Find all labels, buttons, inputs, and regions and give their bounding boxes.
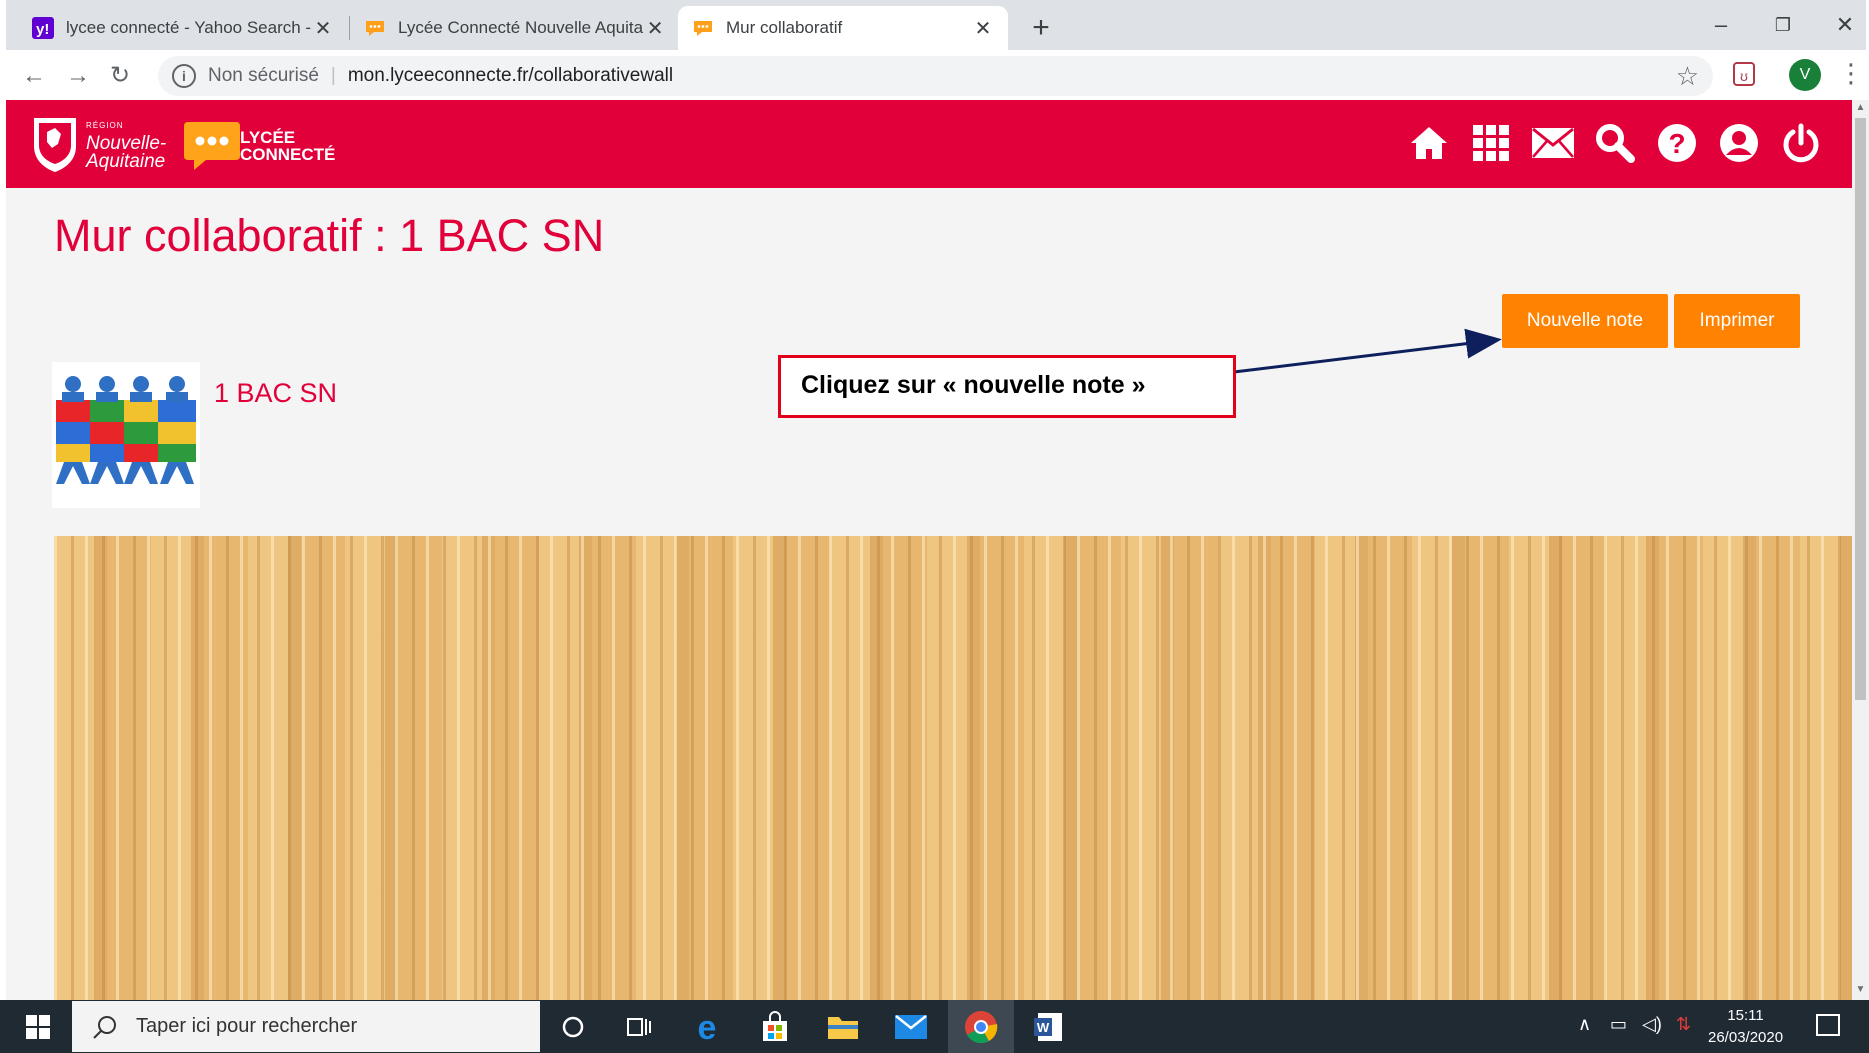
windows-taskbar: Taper ici pour rechercher e W ∧ ▭ ◁) ⇅ 1…	[0, 1000, 1869, 1053]
new-note-button[interactable]: Nouvelle note	[1502, 294, 1668, 348]
clock-time: 15:11	[1727, 1007, 1764, 1024]
volume-icon[interactable]: ◁)	[1642, 1014, 1662, 1035]
restore-icon[interactable]: ❐	[1758, 6, 1808, 44]
browser-tab-strip: y! lycee connecté - Yahoo Search - ✕ Lyc…	[6, 0, 1866, 50]
info-icon[interactable]: i	[172, 64, 196, 88]
taskbar-search-placeholder: Taper ici pour rechercher	[136, 1015, 358, 1037]
browser-toolbar: ← → ↻ i Non sécurisé | mon.lyceeconnecte…	[6, 50, 1866, 100]
address-bar[interactable]: i Non sécurisé | mon.lyceeconnecte.fr/co…	[158, 56, 1713, 96]
profile-avatar[interactable]: V	[1789, 59, 1821, 91]
page-content: RÉGION Nouvelle- Aquitaine LYCÉE CONNECT…	[6, 100, 1852, 1000]
task-view-icon[interactable]	[612, 1006, 666, 1048]
taskbar-clock[interactable]: 15:11 26/03/2020	[1708, 1005, 1783, 1049]
tab-mur-collaboratif[interactable]: Mur collaboratif ✕	[678, 6, 1008, 50]
svg-text:y!: y!	[36, 21, 49, 38]
close-tab-icon[interactable]: ✕	[644, 16, 666, 41]
tab-lycee-connecte[interactable]: Lycée Connecté Nouvelle Aquitai ✕	[350, 6, 680, 50]
taskbar-search-box[interactable]: Taper ici pour rechercher	[72, 1001, 540, 1052]
svg-text:W: W	[1037, 1020, 1050, 1035]
security-label: Non sécurisé	[208, 65, 319, 86]
close-window-icon[interactable]: ✕	[1820, 6, 1869, 44]
back-icon[interactable]: ←	[16, 58, 52, 94]
store-icon[interactable]	[748, 1006, 802, 1048]
clock-date: 26/03/2020	[1708, 1029, 1784, 1046]
cortana-icon[interactable]	[546, 1006, 600, 1048]
instruction-callout: Cliquez sur « nouvelle note »	[778, 355, 1236, 418]
apps-grid-icon[interactable]	[1468, 120, 1514, 166]
minimize-icon[interactable]: –	[1696, 6, 1746, 44]
wall-board[interactable]	[54, 536, 1852, 1000]
browser-menu-icon[interactable]: ⋮	[1838, 60, 1864, 90]
page-title: Mur collaboratif : 1 BAC SN	[54, 210, 605, 261]
forward-icon[interactable]: →	[60, 58, 96, 94]
tab-yahoo-search[interactable]: y! lycee connecté - Yahoo Search - ✕	[18, 6, 348, 50]
reload-icon[interactable]: ↻	[102, 58, 138, 94]
chat-bubble-logo-icon	[184, 122, 240, 170]
scrollbar-thumb[interactable]	[1855, 118, 1866, 700]
region-line2: Aquitaine	[86, 151, 166, 172]
network-icon[interactable]: ▭	[1610, 1014, 1627, 1035]
power-icon[interactable]	[1778, 120, 1824, 166]
notification-center-icon[interactable]	[1816, 1014, 1840, 1036]
tab-title: lycee connecté - Yahoo Search -	[66, 18, 312, 37]
scroll-down-icon[interactable]: ▼	[1855, 984, 1866, 996]
mail-icon[interactable]	[1530, 120, 1576, 166]
lycee-connecte-logo[interactable]: LYCÉE CONNECTÉ	[180, 120, 335, 172]
close-tab-icon[interactable]: ✕	[312, 16, 334, 41]
region-shield-icon	[34, 118, 76, 172]
yahoo-icon: y!	[32, 17, 54, 39]
search-icon	[93, 1015, 116, 1039]
chat-bubble-icon	[694, 21, 712, 36]
nouvelle-aquitaine-logo[interactable]: RÉGION Nouvelle- Aquitaine	[30, 114, 166, 174]
brand-line2: CONNECTÉ	[240, 145, 336, 164]
home-icon[interactable]	[1406, 120, 1452, 166]
tab-title: Lycée Connecté Nouvelle Aquitai	[398, 18, 645, 37]
help-icon[interactable]: ?	[1654, 120, 1700, 166]
page-scrollbar[interactable]: ▲ ▼	[1852, 100, 1869, 1000]
site-header: RÉGION Nouvelle- Aquitaine LYCÉE CONNECT…	[6, 100, 1852, 188]
url-text[interactable]: mon.lyceeconnecte.fr/collaborativewall	[348, 65, 673, 87]
svg-text:e: e	[698, 1011, 717, 1043]
edge-icon[interactable]: e	[680, 1006, 734, 1048]
print-button[interactable]: Imprimer	[1674, 294, 1800, 348]
new-tab-button[interactable]: +	[1023, 10, 1059, 46]
tray-chevron-icon[interactable]: ∧	[1578, 1014, 1591, 1035]
mail-app-icon[interactable]	[884, 1006, 938, 1048]
divider: |	[330, 65, 336, 86]
file-explorer-icon[interactable]	[816, 1006, 870, 1048]
header-icon-bar: ?	[1406, 120, 1824, 166]
bookmark-star-icon[interactable]: ☆	[1676, 61, 1699, 92]
word-icon[interactable]: W	[1016, 1006, 1080, 1048]
tray-app-icon[interactable]: ⇅	[1676, 1014, 1691, 1035]
search-icon[interactable]	[1592, 120, 1638, 166]
extension-icon[interactable]: ʊ	[1733, 62, 1755, 86]
wall-thumbnail	[52, 362, 200, 508]
user-icon[interactable]	[1716, 120, 1762, 166]
chat-bubble-icon	[366, 21, 384, 36]
svg-text:?: ?	[1668, 128, 1685, 159]
wall-name-link[interactable]: 1 BAC SN	[214, 378, 337, 409]
close-tab-icon[interactable]: ✕	[972, 16, 994, 41]
teamwork-puzzle-icon	[52, 362, 200, 508]
scroll-up-icon[interactable]: ▲	[1855, 102, 1866, 114]
windows-start-icon[interactable]	[6, 1000, 70, 1053]
tab-title: Mur collaboratif	[726, 18, 843, 37]
chrome-icon[interactable]	[948, 1000, 1014, 1053]
